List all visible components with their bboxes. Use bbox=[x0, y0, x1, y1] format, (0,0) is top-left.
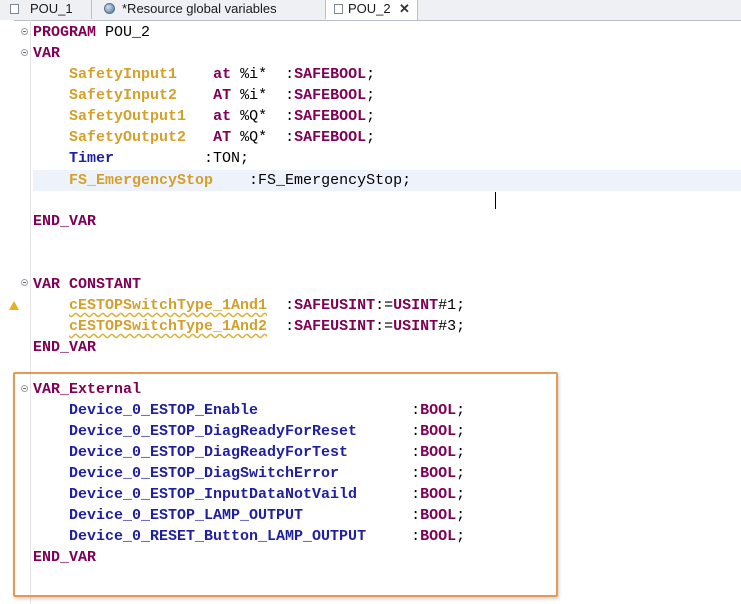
warning-icon[interactable] bbox=[9, 301, 19, 310]
code-line: SafetyInput1 at %i* :SAFEBOOL; bbox=[69, 66, 376, 83]
editor-gutter bbox=[0, 20, 14, 604]
code-editor[interactable]: PROGRAM POU_2 VAR SafetyInput1 at %i* :S… bbox=[0, 20, 741, 604]
code-line: PROGRAM POU_2 bbox=[33, 24, 151, 41]
code-line: SafetyOutput1 at %Q* :SAFEBOOL; bbox=[69, 108, 376, 125]
tab-label: POU_1 bbox=[30, 1, 73, 16]
tab-label: *Resource global variables bbox=[122, 1, 277, 16]
code-line: cESTOPSwitchType_1And2 :SAFEUSINT:=USINT… bbox=[69, 318, 466, 335]
fold-toggle-var[interactable] bbox=[21, 49, 28, 56]
fold-toggle-program[interactable] bbox=[21, 28, 28, 35]
annotation-highlight-box bbox=[13, 372, 558, 597]
code-line-current: FS_EmergencyStop :FS_EmergencyStop; bbox=[69, 172, 412, 189]
code-line: SafetyInput2 AT %i* :SAFEBOOL; bbox=[69, 87, 376, 104]
document-icon bbox=[10, 4, 19, 14]
globe-icon bbox=[104, 3, 115, 14]
code-line: VAR bbox=[33, 45, 61, 62]
tab-resource-global-variables[interactable]: *Resource global variables bbox=[92, 0, 326, 19]
text-caret bbox=[495, 192, 496, 209]
code-line: Timer :TON; bbox=[69, 150, 250, 167]
editor-tab-bar: POU_1 *Resource global variables POU_2 ✕ bbox=[0, 0, 741, 21]
code-line: cESTOPSwitchType_1And1 :SAFEUSINT:=USINT… bbox=[69, 297, 466, 314]
close-icon[interactable]: ✕ bbox=[399, 0, 410, 18]
code-line: VAR CONSTANT bbox=[33, 276, 142, 293]
fold-toggle-var-constant[interactable] bbox=[21, 279, 28, 286]
document-icon bbox=[334, 4, 343, 14]
code-line: END_VAR bbox=[33, 213, 97, 230]
code-line: SafetyOutput2 AT %Q* :SAFEBOOL; bbox=[69, 129, 376, 146]
tab-pou-1[interactable]: POU_1 bbox=[0, 0, 92, 19]
code-line: END_VAR bbox=[33, 339, 97, 356]
tab-label: POU_2 bbox=[348, 1, 391, 16]
tab-pou-2[interactable]: POU_2 ✕ bbox=[326, 0, 418, 20]
